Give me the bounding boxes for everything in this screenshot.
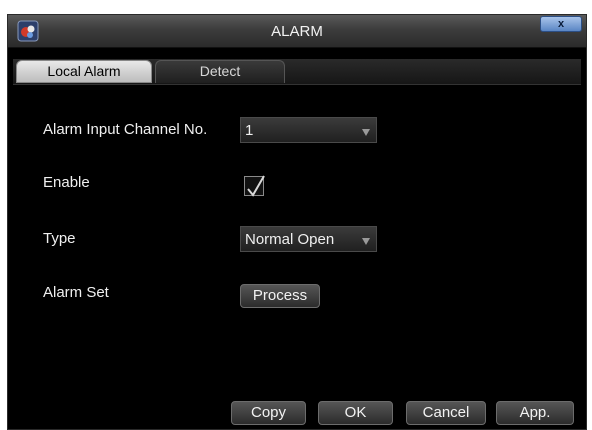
chevron-down-icon [362, 238, 370, 245]
channel-select[interactable]: 1 [240, 117, 377, 143]
alarm-set-label: Alarm Set [43, 284, 109, 301]
apply-button[interactable]: App. [496, 401, 574, 425]
copy-button[interactable]: Copy [231, 401, 306, 425]
window-title: ALARM [271, 23, 323, 40]
tab-bar: Local Alarm Detect [13, 59, 581, 85]
close-icon: x [557, 18, 565, 30]
tab-local-alarm[interactable]: Local Alarm [16, 60, 152, 83]
channel-value: 1 [245, 122, 254, 139]
channel-label: Alarm Input Channel No. [43, 121, 208, 138]
title-bar[interactable]: ALARM x [8, 15, 586, 48]
process-button[interactable]: Process [240, 284, 320, 308]
cancel-button[interactable]: Cancel [406, 401, 486, 425]
checkmark-icon [247, 175, 265, 197]
type-label: Type [43, 230, 76, 247]
tab-detect[interactable]: Detect [155, 60, 285, 83]
alarm-dialog: ALARM x Local Alarm Detect Alarm Input C… [7, 14, 587, 430]
chevron-down-icon [362, 129, 370, 136]
enable-label: Enable [43, 174, 90, 191]
type-select[interactable]: Normal Open [240, 226, 377, 252]
type-value: Normal Open [245, 231, 335, 248]
ok-button[interactable]: OK [318, 401, 393, 425]
close-button[interactable]: x [540, 16, 582, 32]
enable-checkbox[interactable] [244, 175, 265, 197]
